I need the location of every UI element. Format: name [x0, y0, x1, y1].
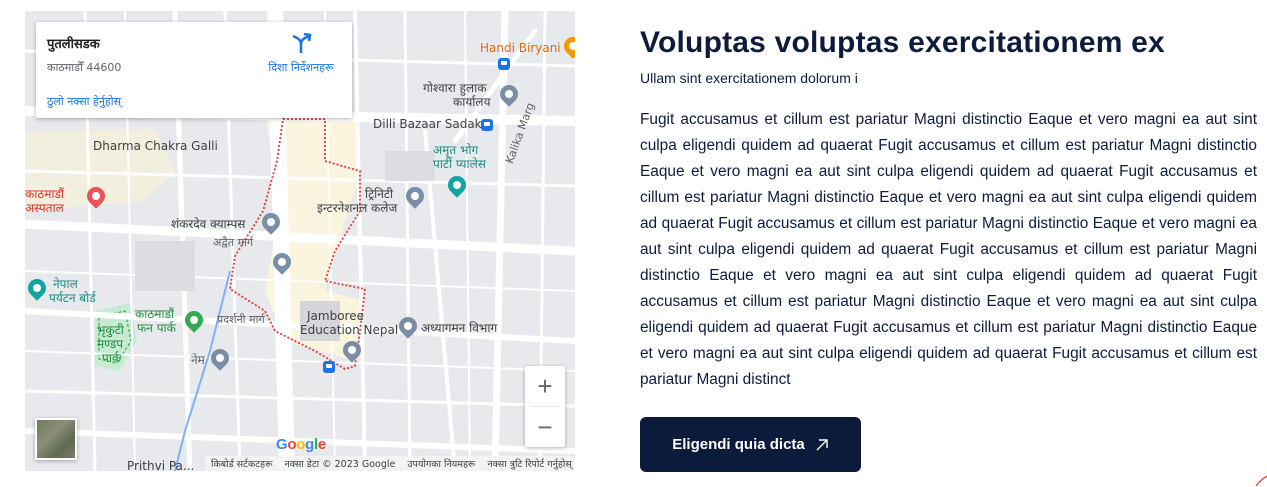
- map-label-fun-park-2: फन पार्क: [137, 321, 176, 335]
- section-body-text: Fugit accusamus et cillum est pariatur M…: [640, 111, 1257, 388]
- map-label-trinity-1: ट्रिनिटी: [365, 187, 394, 201]
- cta-label: Eligendi quia dicta: [672, 436, 805, 453]
- map-footer: किबोर्ड सर्टकटहरू नक्सा डेटा © 2023 Goog…: [205, 456, 575, 471]
- google-logo-letter: g: [305, 436, 314, 453]
- embedded-map[interactable]: Handi Biryani गोश्वारा हुलाक कार्यालय Di…: [25, 11, 575, 471]
- place-title: पुतलीसडक: [47, 37, 100, 52]
- map-label-bhrikuti-1: भृकुटी: [97, 323, 124, 337]
- map-data-attribution: नक्सा डेटा © 2023 Google: [284, 459, 396, 470]
- google-logo-letter: G: [276, 436, 288, 453]
- larger-map-link[interactable]: ठुलो नक्सा हेर्नुहोस्: [47, 94, 121, 109]
- map-label-adwait-marg: अद्वैत मार्ग: [213, 236, 254, 249]
- map-label-dharma-chakra: Dharma Chakra Galli: [93, 139, 218, 153]
- map-label-hospital-2: अस्पताल: [25, 201, 64, 215]
- report-error-link[interactable]: नक्सा त्रुटि रिपोर्ट गर्नुहोस्: [487, 457, 571, 470]
- keyboard-shortcuts-link[interactable]: किबोर्ड सर्टकटहरू: [211, 457, 272, 470]
- map-label-pradarshani: प्रदर्शनी मार्ग: [217, 313, 265, 326]
- map-label-fun-park-1: काठमाडौं: [135, 307, 175, 321]
- bus-stop-icon: [498, 58, 510, 70]
- map-label-bhrikuti-2: मण्डप: [97, 337, 124, 351]
- map-label-trinity-2: इन्टरनेशनल कलेज: [317, 201, 398, 215]
- google-logo-letter: o: [287, 436, 297, 453]
- map-label-prithvi: Prithvi Pa...: [127, 459, 195, 471]
- map-label-adhyagaman: अध्यागमन विभाग: [421, 321, 498, 335]
- directions-icon: [292, 32, 312, 53]
- terms-link[interactable]: उपयोगका नियमहरू: [407, 457, 475, 470]
- google-logo-letter: e: [317, 436, 326, 453]
- map-label-bhrikuti-3: पार्क: [102, 351, 122, 365]
- map-label-nem: नेम: [191, 353, 205, 367]
- map-label-jamboree-1: Jamboree: [307, 309, 364, 323]
- google-logo: Google: [276, 436, 326, 453]
- map-label-shankardev: शंकरदेव क्याम्पस: [171, 217, 246, 231]
- zoom-in-button[interactable]: +: [525, 366, 565, 406]
- bus-stop-icon: [481, 119, 493, 131]
- cta-button[interactable]: Eligendi quia dicta: [640, 417, 861, 472]
- section-heading: Voluptas voluptas exercitationem ex: [640, 26, 1165, 59]
- map-label-tourism-2: पर्यटन बोर्ड: [49, 291, 96, 305]
- map-label-goshwara-2: कार्यालय: [453, 95, 491, 109]
- google-logo-letter: o: [296, 436, 306, 453]
- map-label-dilli-bazaar: Dilli Bazaar Sadak: [373, 117, 482, 131]
- map-label-goshwara-1: गोश्वारा हुलाक: [423, 81, 487, 95]
- bus-stop-icon: [323, 361, 335, 373]
- decorative-stroke: [1255, 475, 1267, 487]
- zoom-controls: + −: [525, 366, 565, 447]
- place-info-card: पुतलीसडक काठमाडौँ 44600 ठुलो नक्सा हेर्न…: [36, 22, 352, 118]
- arrow-up-right-icon: [816, 438, 828, 450]
- zoom-out-button[interactable]: −: [525, 407, 565, 447]
- map-label-hospital-1: काठमाडौं: [25, 187, 65, 201]
- directions-label: दिशा निर्देशनहरू: [268, 61, 334, 74]
- section-subheading: Ullam sint exercitationem dolorum i: [640, 70, 858, 86]
- map-label-amrit-bhog-2: पार्टी प्यालेस: [433, 157, 486, 171]
- place-address: काठमाडौँ 44600: [47, 61, 122, 74]
- map-label-amrit-bhog-1: अमृत भोग: [433, 143, 479, 157]
- directions-button[interactable]: दिशा निर्देशनहरू: [264, 32, 338, 75]
- satellite-view-toggle[interactable]: [35, 418, 77, 460]
- map-label-handi-biryani: Handi Biryani: [480, 41, 561, 55]
- map-label-jamboree-2: Education Nepal: [300, 323, 399, 337]
- map-label-tourism-1: नेपाल: [53, 277, 78, 291]
